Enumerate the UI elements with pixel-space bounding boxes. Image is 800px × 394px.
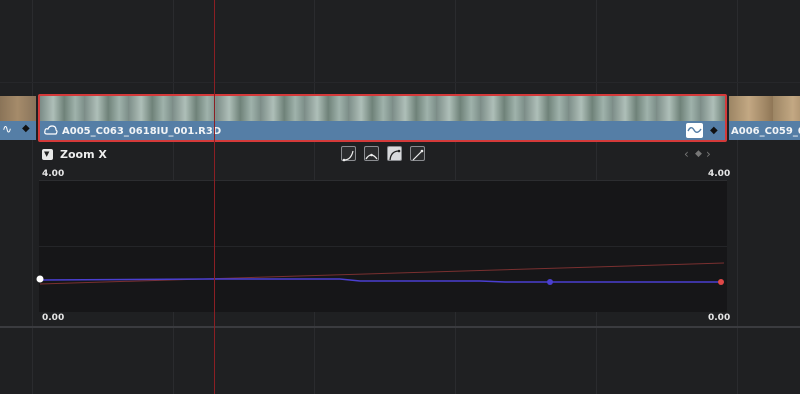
keyframe-curves	[36, 262, 725, 285]
keyframe-point-end	[718, 279, 724, 285]
playhead[interactable]	[214, 0, 215, 394]
keyframe-point-start	[36, 275, 44, 283]
keyframe-point-mid	[547, 279, 553, 285]
